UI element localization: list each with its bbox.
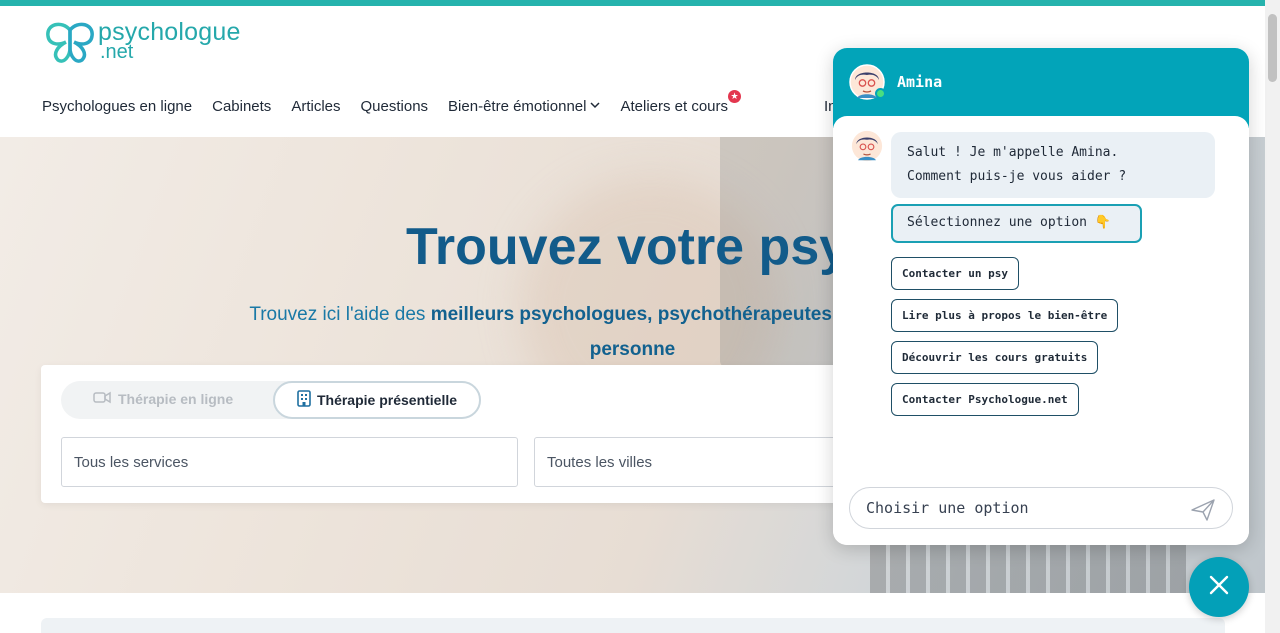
logo-text-main: psychologue xyxy=(98,18,241,46)
nav-item-bien-etre[interactable]: Bien-être émotionnel xyxy=(448,98,600,115)
tab-therapie-en-ligne[interactable]: Thérapie en ligne xyxy=(93,391,233,407)
nav-label: Bien-être émotionnel xyxy=(448,98,587,115)
tab-label: Thérapie en ligne xyxy=(118,391,234,407)
content-section-edge xyxy=(41,618,1225,633)
chat-option-contacter-psychologue-net[interactable]: Contacter Psychologue.net xyxy=(891,383,1079,416)
services-select[interactable]: Tous les services xyxy=(61,437,518,487)
video-camera-icon xyxy=(93,391,111,407)
chat-widget: Amina Salut ! Je m'appelle Amina. Commen… xyxy=(833,48,1249,545)
nav-item-cabinets[interactable]: Cabinets xyxy=(212,98,271,115)
chat-close-button[interactable] xyxy=(1189,557,1249,617)
building-icon xyxy=(297,390,311,410)
therapy-type-toggle: Thérapie en ligne Thérapie présentielle xyxy=(61,381,481,419)
tab-therapie-presentielle[interactable]: Thérapie présentielle xyxy=(273,381,481,419)
scrollbar-thumb[interactable] xyxy=(1268,14,1277,82)
nav-item-psychologues-en-ligne[interactable]: Psychologues en ligne xyxy=(42,98,192,115)
hero-title: Trouvez votre psy xyxy=(406,218,849,276)
send-icon[interactable] xyxy=(1190,497,1216,537)
nav-label: Questions xyxy=(360,98,429,115)
chat-option-cours-gratuits[interactable]: Découvrir les cours gratuits xyxy=(891,341,1099,374)
chevron-down-icon xyxy=(590,101,600,112)
chat-body: Salut ! Je m'appelle Amina. Comment puis… xyxy=(833,116,1249,545)
online-status-dot xyxy=(875,88,886,99)
nav-label: Ateliers et cours xyxy=(620,98,729,115)
chat-agent-name: Amina xyxy=(897,73,943,91)
cities-select[interactable]: Toutes les villes xyxy=(534,437,854,487)
nav-item-questions[interactable]: Questions xyxy=(361,98,429,115)
chat-input-placeholder: Choisir une option xyxy=(866,499,1029,517)
chat-select-prompt: Sélectionnez une option 👇 xyxy=(891,204,1142,243)
chat-message-line: Salut ! Je m'appelle Amina. xyxy=(907,145,1119,160)
amina-avatar-icon xyxy=(851,130,883,167)
close-icon xyxy=(1208,574,1230,601)
main-nav: Psychologues en ligne Cabinets Articles … xyxy=(42,90,748,115)
chat-message-line: Comment puis-je vous aider ? xyxy=(907,169,1127,184)
chat-input[interactable]: Choisir une option xyxy=(849,487,1233,529)
chat-option-bien-etre[interactable]: Lire plus à propos le bien-être xyxy=(891,299,1119,332)
nav-label: Articles xyxy=(291,98,341,115)
chat-option-contacter-psy[interactable]: Contacter un psy xyxy=(891,257,1019,290)
chat-greeting-bubble: Salut ! Je m'appelle Amina. Comment puis… xyxy=(891,132,1215,198)
site-logo[interactable]: psychologue .net xyxy=(44,18,241,66)
tab-label: Thérapie présentielle xyxy=(316,392,458,408)
hero-bg-keyboard xyxy=(870,537,1190,593)
nav-label: Psychologues en ligne xyxy=(42,98,193,115)
butterfly-logo-icon xyxy=(46,22,94,63)
nav-item-ateliers[interactable]: Ateliers et cours ★ xyxy=(620,90,742,115)
search-card: Thérapie en ligne Thérapie présentielle … xyxy=(41,365,854,503)
page-scrollbar[interactable] xyxy=(1265,0,1280,633)
new-badge-icon: ★ xyxy=(728,90,742,103)
hero-subtitle-line2: personne xyxy=(589,339,676,360)
hero-subtitle-text: Trouvez ici l'aide des xyxy=(249,304,431,325)
nav-label: Cabinets xyxy=(212,98,272,115)
nav-item-articles[interactable]: Articles xyxy=(291,98,340,115)
